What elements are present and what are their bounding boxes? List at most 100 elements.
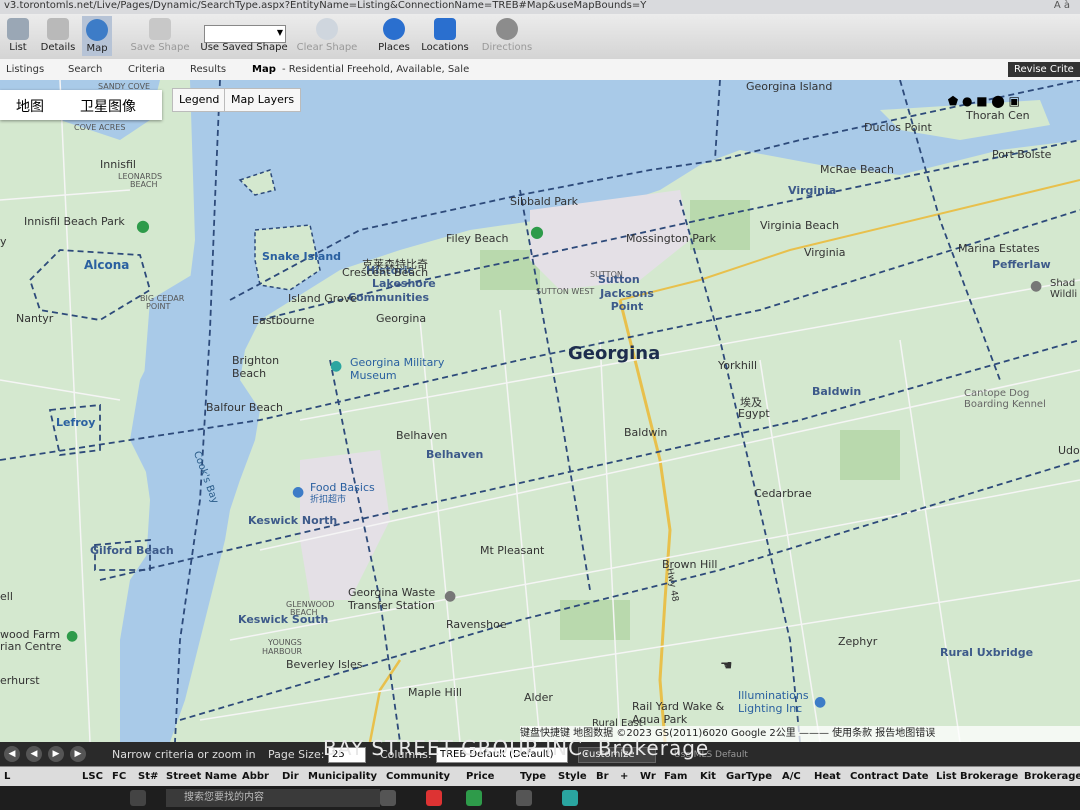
map-label: Georgina Military Museum xyxy=(350,356,445,382)
app-icon[interactable] xyxy=(516,790,532,806)
map-label: Balfour Beach xyxy=(206,401,284,414)
col-header[interactable]: Br xyxy=(596,771,609,782)
app-icon[interactable] xyxy=(380,790,396,806)
crumb-criteria[interactable]: Criteria xyxy=(128,62,165,77)
first-page-icon[interactable]: ◀ xyxy=(4,746,20,762)
col-header[interactable]: LSC xyxy=(82,771,103,782)
map-label: Lefroy xyxy=(56,416,96,429)
browser-url-bar[interactable]: v3.torontomls.net/Live/Pages/Dynamic/Sea… xyxy=(0,0,1080,14)
map-label: Marina Estates xyxy=(958,242,1040,255)
map-type-map[interactable]: 地图 xyxy=(16,96,44,116)
list-icon xyxy=(7,18,29,40)
col-header[interactable]: Abbr xyxy=(242,771,269,782)
col-header[interactable]: Dir xyxy=(282,771,299,782)
map-label: Island Grove xyxy=(288,292,358,305)
col-header[interactable]: Brokerage xyxy=(1024,771,1080,782)
narrow-criteria-text: Narrow criteria or zoom in xyxy=(112,748,256,761)
map-label: Brighton Beach xyxy=(232,354,280,380)
results-column-headers: L LSC FC St# Street Name Abbr Dir Munici… xyxy=(0,766,1080,787)
revise-criteria-button[interactable]: Revise Crite xyxy=(1008,62,1080,77)
legend-button[interactable]: Legend xyxy=(172,88,227,112)
map-label: Belhaven xyxy=(396,429,448,442)
shop-pin-icon[interactable]: ● xyxy=(814,694,826,710)
taskbar-search[interactable]: 搜索您要找的内容 xyxy=(166,789,380,807)
crumb-results[interactable]: Results xyxy=(190,62,226,77)
browser-icons[interactable]: A à xyxy=(1054,0,1070,11)
map-label: Mossington Park xyxy=(626,232,716,245)
app-icon[interactable] xyxy=(562,790,578,806)
breadcrumb: Listings Search Criteria Results Map - R… xyxy=(0,59,1080,81)
map-label: Illuminations Lighting Inc xyxy=(738,689,809,715)
col-header[interactable]: + xyxy=(620,771,628,782)
col-header[interactable]: L xyxy=(4,771,10,782)
next-page-icon[interactable]: ▶ xyxy=(48,746,64,762)
last-page-icon[interactable]: ▶ xyxy=(70,746,86,762)
col-header[interactable]: Heat xyxy=(814,771,841,782)
list-button[interactable]: List xyxy=(4,18,32,53)
col-header[interactable]: GarType xyxy=(726,771,772,782)
museum-pin-icon[interactable]: ● xyxy=(330,358,342,374)
map-label: Gilford Beach xyxy=(90,544,174,557)
map-label: Sutton xyxy=(598,273,640,286)
directions-button[interactable]: Directions xyxy=(478,18,536,53)
save-icon xyxy=(149,18,171,40)
col-header[interactable]: FC xyxy=(112,771,126,782)
map-layers-button[interactable]: Map Layers xyxy=(224,88,302,112)
crumb-search[interactable]: Search xyxy=(68,62,102,77)
map-canvas[interactable]: 地图 卫星图像 Legend Map Layers ⬟ ● ■ ⬤ ▣ SAND… xyxy=(0,80,1080,742)
app-icon[interactable] xyxy=(466,790,482,806)
details-button[interactable]: Details xyxy=(38,18,78,53)
park-pin-icon[interactable]: ● xyxy=(530,222,544,241)
clear-icon xyxy=(316,18,338,40)
col-header[interactable]: Municipality xyxy=(308,771,377,782)
map-label: y xyxy=(0,235,7,248)
map-label: Cantope Dog Boarding Kennel xyxy=(964,388,1046,410)
col-header[interactable]: Style xyxy=(558,771,587,782)
map-label: Virginia xyxy=(788,184,837,197)
col-header[interactable]: Price xyxy=(466,771,494,782)
shop-pin-icon[interactable]: ● xyxy=(292,484,304,500)
crumb-listings[interactable]: Listings xyxy=(6,62,44,77)
col-header[interactable]: Community xyxy=(386,771,450,782)
location-icon xyxy=(434,18,456,40)
park-pin-icon[interactable]: ● xyxy=(136,216,150,235)
col-header[interactable]: Contract Date xyxy=(850,771,929,782)
map-label: Eastbourne xyxy=(252,314,315,327)
col-header[interactable]: Type xyxy=(520,771,546,782)
col-header[interactable]: List Brokerage xyxy=(936,771,1018,782)
col-header[interactable]: St# xyxy=(138,771,158,782)
app-icon[interactable] xyxy=(426,790,442,806)
saved-shape-select[interactable] xyxy=(204,25,286,43)
map-label: COVE ACRES xyxy=(74,123,126,132)
places-button[interactable]: Places xyxy=(374,18,414,53)
col-header[interactable]: Fam xyxy=(664,771,687,782)
task-view-icon[interactable] xyxy=(130,790,146,806)
url-text[interactable]: v3.torontomls.net/Live/Pages/Dynamic/Sea… xyxy=(4,0,646,11)
use-saved-shape-button[interactable]: Use Saved Shape xyxy=(198,42,290,53)
map-label: Egypt xyxy=(738,407,770,420)
col-header[interactable]: Kit xyxy=(700,771,716,782)
map-label: Belhaven xyxy=(426,448,484,461)
clear-shape-button[interactable]: Clear Shape xyxy=(294,18,360,53)
map-type-satellite[interactable]: 卫星图像 xyxy=(80,96,136,116)
prev-page-icon[interactable]: ◀ xyxy=(26,746,42,762)
locations-button[interactable]: Locations xyxy=(418,18,472,53)
col-header[interactable]: Wr xyxy=(640,771,656,782)
save-shape-button[interactable]: Save Shape xyxy=(128,18,192,53)
hand-cursor-icon: ☚ xyxy=(720,658,733,674)
place-pin-icon[interactable]: ● xyxy=(1030,278,1042,294)
map-label: Georgina xyxy=(376,312,427,325)
draw-shape-tools[interactable]: ⬟ ● ■ ⬤ ▣ xyxy=(948,94,1020,108)
map-label: Port Bolste xyxy=(992,148,1052,161)
map-button[interactable]: Map xyxy=(82,16,112,56)
map-label: Alder xyxy=(524,691,553,704)
map-label: Georgina Waste Transfer Station xyxy=(348,586,436,612)
place-pin-icon[interactable]: ● xyxy=(444,588,456,604)
col-header[interactable]: Street Name xyxy=(166,771,237,782)
col-header[interactable]: A/C xyxy=(782,771,801,782)
map-label: Filey Beach xyxy=(446,232,509,245)
park-pin-icon[interactable]: ● xyxy=(66,628,78,644)
toolbar: List Details Map Save Shape Use Saved Sh… xyxy=(0,14,1080,60)
map-label: Shad Wildli xyxy=(1050,278,1078,300)
page-size-label: Page Size: xyxy=(268,748,325,761)
